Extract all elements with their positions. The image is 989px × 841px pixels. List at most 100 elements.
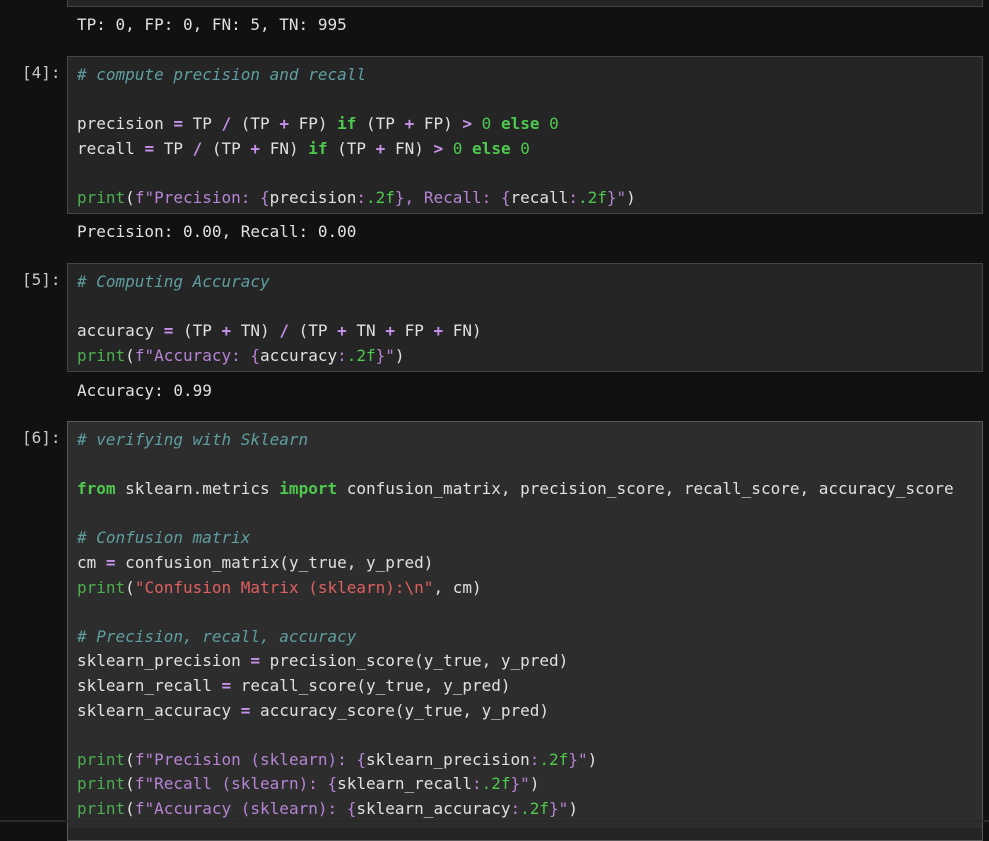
code-token: accuracy_score(y_true, y_pred) — [250, 700, 550, 720]
code-token: sklearn.metrics — [115, 479, 280, 499]
code-token: precision — [269, 187, 357, 207]
code-line: ​ — [77, 295, 973, 320]
code-token: TP — [182, 114, 222, 134]
code-token: sklearn_precision — [366, 749, 530, 769]
code-line: print(f"Precision (sklearn): {sklearn_pr… — [77, 748, 973, 773]
code-token: }, Recall: { — [394, 187, 511, 207]
code-token: sklearn_accuracy — [356, 798, 511, 818]
cell-output: Accuracy: 0.99 — [77, 381, 212, 400]
code-token: if — [308, 138, 328, 158]
code-line: sklearn_accuracy = accuracy_score(y_true… — [77, 699, 973, 724]
code-token: TP — [154, 138, 193, 158]
code-token: print — [77, 345, 126, 365]
code-token: , cm) — [433, 577, 482, 597]
code-token: recall_score(y_true, y_pred) — [231, 675, 511, 695]
code-token: print — [77, 798, 126, 818]
code-editor[interactable]: # Computing Accuracy​accuracy = (TP + TN… — [67, 263, 983, 372]
code-token: (TP — [173, 321, 222, 341]
code-line: cm = confusion_matrix(y_true, y_pred) — [77, 551, 973, 576]
code-token: ( — [125, 345, 135, 365]
code-token: = — [173, 114, 183, 134]
code-token: f"Precision (sklearn): { — [134, 749, 366, 769]
code-token: TN — [346, 321, 386, 341]
code-token: + — [404, 114, 415, 134]
code-token: # compute precision and recall — [77, 65, 366, 84]
code-line: accuracy = (TP + TN) / (TP + TN + FP + F… — [77, 319, 973, 344]
code-token: ) — [394, 345, 405, 365]
code-line: print(f"Accuracy: {accuracy:.2f}") — [77, 344, 973, 369]
code-token: }" — [510, 774, 530, 794]
code-token: "Confusion Matrix (sklearn):\n" — [134, 577, 434, 597]
code-token: ) — [587, 749, 598, 769]
code-line: ​ — [77, 502, 973, 527]
code-line: # verifying with Sklearn — [77, 428, 973, 453]
code-token: > — [462, 114, 473, 134]
previous-cell-input[interactable] — [67, 0, 983, 7]
code-line: ​ — [77, 723, 973, 748]
code-token: recall — [510, 187, 569, 207]
code-token: (TP — [231, 114, 280, 134]
code-token: : — [471, 774, 482, 794]
code-line: print(f"Accuracy (sklearn): {sklearn_acc… — [77, 797, 973, 822]
code-token: (TP — [288, 321, 338, 341]
code-lines: # verifying with Sklearn​from sklearn.me… — [68, 422, 982, 828]
code-line: sklearn_recall = recall_score(y_true, y_… — [77, 674, 973, 699]
code-token: ) — [529, 774, 540, 794]
code-token: ( — [125, 577, 135, 597]
previous-cell-output: TP: 0, FP: 0, FN: 5, TN: 995 — [77, 15, 347, 34]
code-token: # verifying with Sklearn — [77, 430, 309, 449]
code-token: + — [385, 321, 395, 341]
code-token: import — [279, 479, 338, 499]
code-token: FN) — [443, 321, 482, 341]
code-token: FN) — [385, 138, 434, 158]
code-token: ( — [125, 187, 135, 207]
code-token: sklearn_recall — [337, 774, 472, 794]
code-line: print(f"Recall (sklearn): {sklearn_recal… — [77, 772, 973, 797]
code-token: f"Accuracy: { — [134, 345, 261, 365]
code-token: : — [356, 187, 367, 207]
code-token: .2f — [481, 774, 511, 794]
code-token: + — [279, 114, 289, 134]
code-token: print — [77, 187, 126, 207]
code-token: TN) — [231, 321, 280, 341]
cell-prompt: [4]: — [22, 63, 61, 82]
code-line: sklearn_precision = precision_score(y_tr… — [77, 649, 973, 674]
code-token: / — [279, 321, 289, 341]
code-line: print("Confusion Matrix (sklearn):\n", c… — [77, 576, 973, 601]
code-token: : — [568, 187, 578, 207]
code-token: ( — [125, 749, 135, 769]
code-token: accuracy — [260, 345, 338, 365]
code-token: = — [221, 675, 232, 695]
code-token: 0 — [452, 138, 463, 158]
code-line: # Confusion matrix — [77, 526, 973, 551]
code-line: # compute precision and recall — [77, 63, 973, 88]
code-token: }" — [375, 345, 395, 365]
code-token: }" — [606, 187, 627, 207]
code-token: .2f — [520, 798, 550, 818]
code-line: print(f"Precision: {precision:.2f}, Reca… — [77, 186, 973, 211]
code-token: confusion_matrix, precision_score, recal… — [337, 479, 954, 499]
code-token: confusion_matrix(y_true, y_pred) — [115, 552, 434, 572]
code-token: 0 — [549, 114, 559, 134]
code-token: print — [77, 749, 126, 769]
code-token: + — [337, 321, 347, 341]
code-token: accuracy — [77, 321, 164, 341]
code-editor[interactable]: # compute precision and recall​precision… — [67, 56, 983, 214]
code-line: ​ — [77, 600, 973, 625]
code-editor[interactable]: # verifying with Sklearn​from sklearn.me… — [67, 421, 983, 841]
code-token: = — [240, 700, 251, 720]
code-token: (TP — [356, 114, 405, 134]
code-token: precision — [77, 114, 174, 134]
code-token: f"Accuracy (sklearn): { — [134, 798, 357, 818]
code-line: # Computing Accuracy — [77, 270, 973, 295]
code-lines: # compute precision and recall​precision… — [68, 57, 982, 217]
code-token: else — [472, 138, 511, 158]
code-token: ) — [568, 798, 578, 818]
code-token: .2f — [577, 187, 607, 207]
code-line: ​ — [77, 88, 973, 113]
code-token: FP — [394, 321, 434, 341]
